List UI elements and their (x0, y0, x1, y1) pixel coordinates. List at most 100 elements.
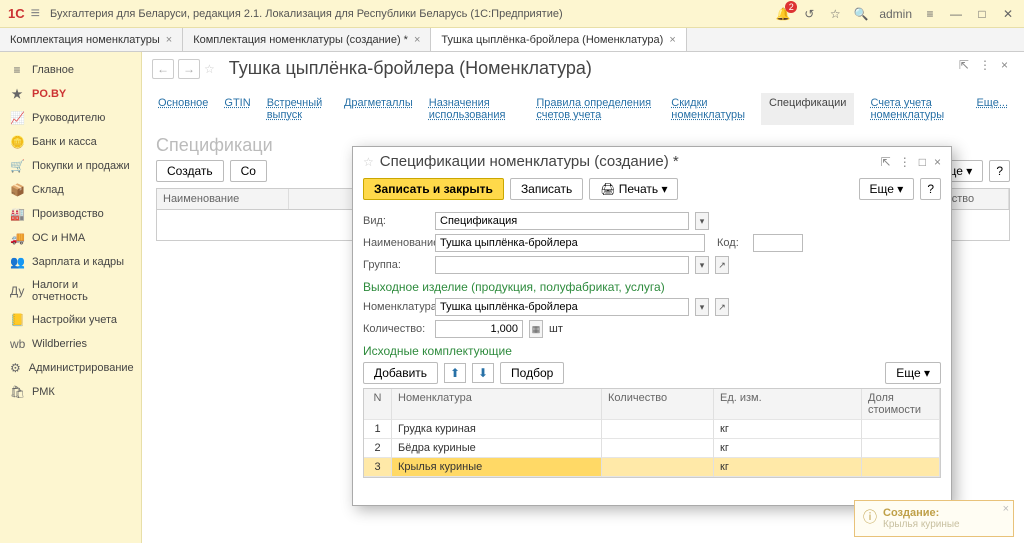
help-button[interactable]: ? (989, 160, 1010, 182)
spec-modal: ☆ Спецификации номенклатуры (создание) *… (352, 146, 952, 506)
tab-komplektaciya[interactable]: Комплектация номенклатуры× (0, 28, 183, 51)
create-button[interactable]: Создать (156, 160, 224, 182)
nom-input[interactable] (435, 298, 689, 316)
calc-icon[interactable]: ▦ (529, 320, 543, 338)
subtab-specs[interactable]: Спецификации (761, 93, 854, 125)
chevron-down-icon[interactable]: ▾ (695, 256, 709, 274)
people-icon: 👥 (10, 255, 24, 269)
window-icon[interactable]: □ (919, 155, 926, 169)
box-icon: 📦 (10, 183, 24, 197)
minimize-icon[interactable]: — (948, 7, 964, 21)
maximize-icon[interactable]: □ (974, 7, 990, 21)
sidebar-item-admin[interactable]: ⚙Администрирование (0, 356, 141, 380)
sidebar-item-sales[interactable]: 🛒Покупки и продажи (0, 154, 141, 178)
tab-tushka[interactable]: Тушка цыплёнка-бройлера (Номенклатура)× (431, 28, 686, 51)
name-input[interactable] (435, 234, 705, 252)
more-button[interactable]: Еще ▾ (885, 362, 941, 384)
close-icon[interactable]: × (934, 155, 941, 169)
subtab-metals[interactable]: Драгметаллы (344, 93, 413, 125)
select-button[interactable]: Подбор (500, 362, 564, 384)
qty-input[interactable] (435, 320, 523, 338)
sidebar-item-production[interactable]: 🏭Производство (0, 202, 141, 226)
nav-fwd-button[interactable]: → (178, 59, 200, 79)
add-button[interactable]: Добавить (363, 362, 438, 384)
favorite-icon[interactable]: ☆ (363, 155, 374, 169)
move-up-button[interactable]: ⬆ (444, 363, 466, 383)
nav-back-button[interactable]: ← (152, 59, 174, 79)
print-button[interactable]: 🖨 Печать ▾ (589, 178, 678, 200)
close-icon[interactable]: × (669, 34, 675, 46)
factory-icon: 🏭 (10, 207, 24, 221)
sidebar-item-rmk[interactable]: 🛍РМК (0, 380, 141, 404)
bell-icon[interactable]: 🔔2 (775, 7, 791, 21)
history-icon[interactable]: ↺ (801, 7, 817, 21)
table-row[interactable]: 1 Грудка куриная кг (364, 420, 940, 439)
help-button[interactable]: ? (920, 178, 941, 200)
sidebar-item-warehouse[interactable]: 📦Склад (0, 178, 141, 202)
move-down-button[interactable]: ⬇ (472, 363, 494, 383)
col-name[interactable]: Наименование (157, 189, 289, 209)
close-icon[interactable]: × (1001, 58, 1008, 72)
sidebar-item-wildberries[interactable]: wbWildberries (0, 332, 141, 356)
info-icon: ⓘ (863, 507, 877, 527)
external-icon[interactable]: ⇱ (959, 58, 969, 72)
lbl-group: Группа: (363, 259, 429, 271)
favorite-icon[interactable]: ☆ (204, 62, 215, 76)
hamburger-icon[interactable]: ≡ (31, 6, 40, 22)
subtab-gtin[interactable]: GTIN (224, 93, 250, 125)
main: ← → ☆ Тушка цыплёнка-бройлера (Номенклат… (142, 52, 1024, 543)
tab-komplektaciya-create[interactable]: Комплектация номенклатуры (создание) *× (183, 28, 431, 51)
settings-icon[interactable]: ≡ (922, 7, 938, 21)
search-icon[interactable]: 🔍 (853, 7, 869, 21)
star-icon: ★ (10, 87, 24, 101)
user-label[interactable]: admin (879, 7, 912, 21)
subtab-more[interactable]: Еще... (976, 93, 1008, 125)
kind-input[interactable] (435, 212, 689, 230)
sidebar-item-payroll[interactable]: 👥Зарплата и кадры (0, 250, 141, 274)
sidebar-item-poby[interactable]: ★PO.BY (0, 82, 141, 106)
sidebar-item-assets[interactable]: 🚚ОС и НМА (0, 226, 141, 250)
copy-button[interactable]: Со (230, 160, 267, 182)
col-nom[interactable]: Номенклатура (392, 389, 602, 420)
bell-badge: 2 (785, 1, 797, 13)
col-um[interactable]: Ед. изм. (714, 389, 862, 420)
sidebar-item-manager[interactable]: 📈Руководителю (0, 106, 141, 130)
save-close-button[interactable]: Записать и закрыть (363, 178, 504, 200)
open-icon[interactable]: ↗ (715, 256, 729, 274)
subtab-accounts[interactable]: Счета учета номенклатуры (870, 93, 960, 125)
more-button[interactable]: Еще ▾ (859, 178, 915, 200)
subtab-counter[interactable]: Встречный выпуск (267, 93, 328, 125)
col-qty[interactable]: Количество (602, 389, 714, 420)
toast-subtitle[interactable]: Крылья куриные (883, 519, 960, 530)
close-icon[interactable]: × (414, 34, 420, 46)
sidebar-item-taxes[interactable]: ДуНалоги и отчетность (0, 274, 141, 308)
close-icon[interactable]: × (166, 34, 172, 46)
group-input[interactable] (435, 256, 689, 274)
col-n[interactable]: N (364, 389, 392, 420)
subtab-usage[interactable]: Назначения использования (429, 93, 521, 125)
subtab-discounts[interactable]: Скидки номенклатуры (671, 93, 745, 125)
chevron-down-icon[interactable]: ▾ (695, 298, 709, 316)
open-icon[interactable]: ↗ (715, 298, 729, 316)
code-input[interactable] (753, 234, 803, 252)
close-icon[interactable]: × (1003, 503, 1009, 515)
gear-icon: ⚙ (10, 361, 21, 375)
table-row[interactable]: 2 Бёдра куриные кг (364, 439, 940, 458)
table-row[interactable]: 3 Крылья куриные кг (364, 458, 940, 477)
external-icon[interactable]: ⇱ (881, 155, 891, 169)
subtab-rules[interactable]: Правила определения счетов учета (536, 93, 655, 125)
subtab-main[interactable]: Основное (158, 93, 208, 125)
chevron-down-icon[interactable]: ▾ (695, 212, 709, 230)
sidebar-item-settings[interactable]: 📒Настройки учета (0, 308, 141, 332)
sidebar-item-main[interactable]: ≡Главное (0, 58, 141, 82)
toast: ⓘ Создание: Крылья куриные × (854, 500, 1014, 537)
sidebar-item-bank[interactable]: 🪙Банк и касса (0, 130, 141, 154)
toast-title: Создание: (883, 507, 960, 519)
tax-icon: Ду (10, 284, 24, 298)
menu-icon[interactable]: ⋮ (899, 155, 911, 169)
close-icon[interactable]: ✕ (1000, 7, 1016, 21)
star-icon[interactable]: ☆ (827, 7, 843, 21)
col-share[interactable]: Доля стоимости (862, 389, 940, 420)
menu-icon[interactable]: ⋮ (979, 58, 991, 72)
save-button[interactable]: Записать (510, 178, 583, 200)
